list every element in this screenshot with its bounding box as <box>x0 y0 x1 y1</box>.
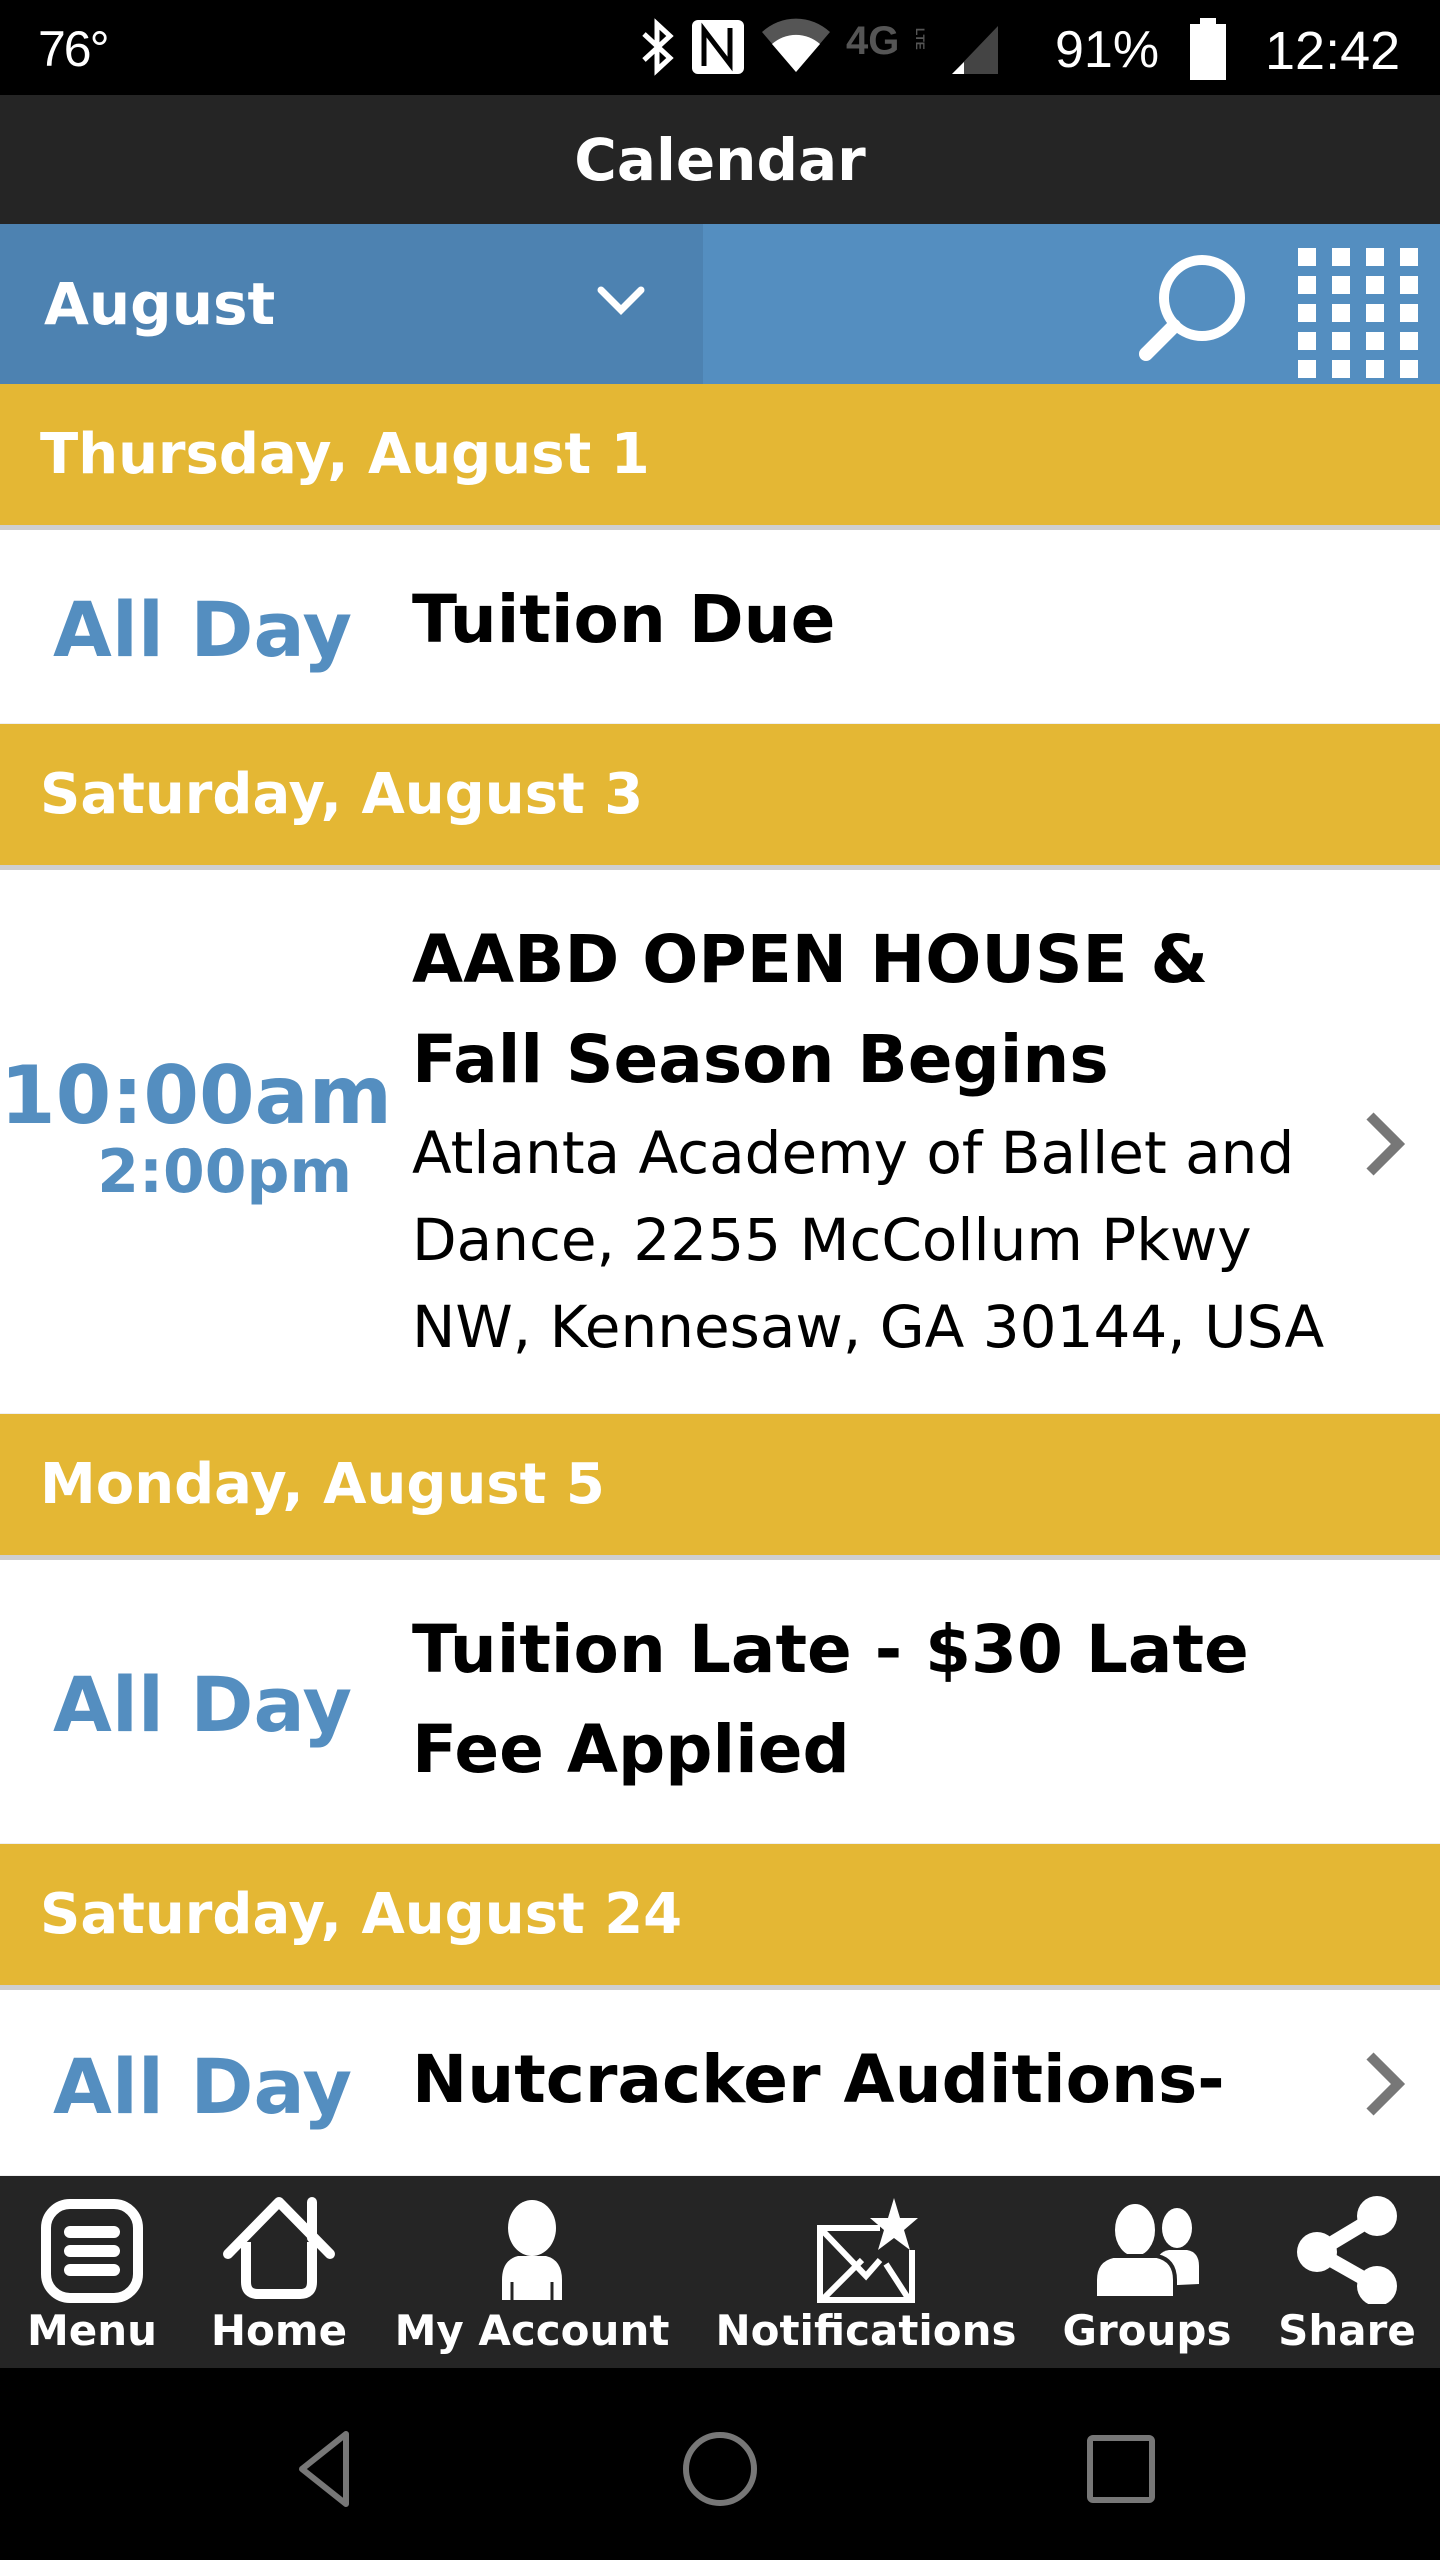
battery-icon <box>1190 18 1226 80</box>
day-header-label: Monday, August 5 <box>40 1452 605 1517</box>
event-time: All Day <box>53 2042 352 2131</box>
nav-menu[interactable]: Menu <box>22 2176 162 2368</box>
grid-view-icon[interactable] <box>1290 244 1418 378</box>
event-item[interactable]: All Day Nutcracker Auditions- <box>0 1990 1440 2176</box>
status-bar: 76° 4G LTE 91% 12:42 <box>0 0 1440 95</box>
event-end-time: 2:00pm <box>97 1137 352 1207</box>
system-home-icon[interactable] <box>670 2418 770 2518</box>
nav-share[interactable]: Share <box>1270 2176 1424 2368</box>
account-icon <box>502 2200 562 2300</box>
event-info: Nutcracker Auditions- <box>412 2030 1352 2130</box>
event-item[interactable]: All Day Tuition Late - $30 Late Fee Appl… <box>0 1560 1440 1844</box>
event-location: Atlanta Academy of Ballet and Dance, 225… <box>412 1119 1325 1361</box>
event-title: AABD OPEN HOUSE & Fall Season Begins <box>412 921 1209 1098</box>
event-info: AABD OPEN HOUSE & Fall Season Begins Atl… <box>412 910 1352 1371</box>
nav-home-label: Home <box>210 2306 348 2355</box>
signal-icon <box>952 26 998 74</box>
event-title: Nutcracker Auditions- <box>412 2041 1225 2118</box>
4g-lte-icon: 4G LTE <box>846 19 927 63</box>
temperature: 76° <box>38 21 110 77</box>
back-icon[interactable] <box>272 2418 372 2518</box>
system-nav-bar <box>0 2368 1440 2560</box>
event-title: Tuition Late - $30 Late Fee Applied <box>412 1611 1249 1788</box>
nav-notifications[interactable]: Notifications <box>715 2176 1017 2368</box>
event-time: All Day <box>53 1660 352 1749</box>
bottom-nav: Menu Home My Account Notifications Group… <box>0 2176 1440 2368</box>
month-dropdown-value: August <box>44 270 276 338</box>
day-header: Monday, August 5 <box>0 1414 1440 1560</box>
chevron-down-icon <box>597 286 645 315</box>
home-icon <box>223 2197 335 2299</box>
title-bar: Calendar <box>0 95 1440 224</box>
nav-groups[interactable]: Groups <box>1060 2176 1234 2368</box>
day-header: Saturday, August 24 <box>0 1844 1440 1990</box>
page-title: Calendar <box>574 125 866 194</box>
event-time: 10:00am 2:00pm <box>0 1049 392 1208</box>
nav-notifications-label: Notifications <box>715 2306 1017 2355</box>
chevron-right-icon[interactable] <box>1362 1110 1406 1178</box>
day-header: Saturday, August 3 <box>0 724 1440 870</box>
day-header: Thursday, August 1 <box>0 384 1440 530</box>
notifications-icon <box>817 2198 918 2303</box>
month-dropdown[interactable]: August <box>0 224 703 384</box>
nav-share-label: Share <box>1278 2306 1416 2355</box>
nav-my-account[interactable]: My Account <box>395 2176 669 2368</box>
recents-icon[interactable] <box>1070 2418 1170 2518</box>
bluetooth-icon <box>642 18 674 76</box>
event-item[interactable]: 10:00am 2:00pm AABD OPEN HOUSE & Fall Se… <box>0 870 1440 1414</box>
nav-my-account-label: My Account <box>394 2306 670 2355</box>
event-time: All Day <box>53 585 352 674</box>
share-icon <box>1297 2196 1397 2304</box>
menu-icon <box>41 2199 143 2303</box>
day-header-label: Saturday, August 3 <box>40 762 644 827</box>
event-title: Tuition Due <box>412 581 836 658</box>
month-bar: August <box>0 224 1440 384</box>
event-item[interactable]: All Day Tuition Due <box>0 530 1440 724</box>
svg-text:LTE: LTE <box>913 28 927 50</box>
clock: 12:42 <box>1265 21 1401 81</box>
nav-groups-label: Groups <box>1062 2306 1232 2355</box>
search-icon[interactable] <box>1130 244 1254 368</box>
nfc-icon <box>692 20 744 74</box>
battery-percent: 91% <box>1055 21 1160 79</box>
day-header-label: Saturday, August 24 <box>40 1882 683 1947</box>
wifi-icon <box>762 18 830 72</box>
svg-text:4G: 4G <box>846 19 899 63</box>
event-start-time: 10:00am <box>0 1049 392 1142</box>
nav-menu-label: Menu <box>26 2306 158 2355</box>
nav-home[interactable]: Home <box>206 2176 352 2368</box>
event-info: Tuition Due <box>412 570 1352 670</box>
groups-icon <box>1093 2200 1199 2300</box>
event-info: Tuition Late - $30 Late Fee Applied <box>412 1600 1352 1800</box>
chevron-right-icon[interactable] <box>1362 2050 1406 2118</box>
event-list[interactable]: Thursday, August 1 All Day Tuition Due S… <box>0 384 1440 2176</box>
day-header-label: Thursday, August 1 <box>40 422 650 487</box>
status-icons: 4G LTE <box>640 16 1002 78</box>
